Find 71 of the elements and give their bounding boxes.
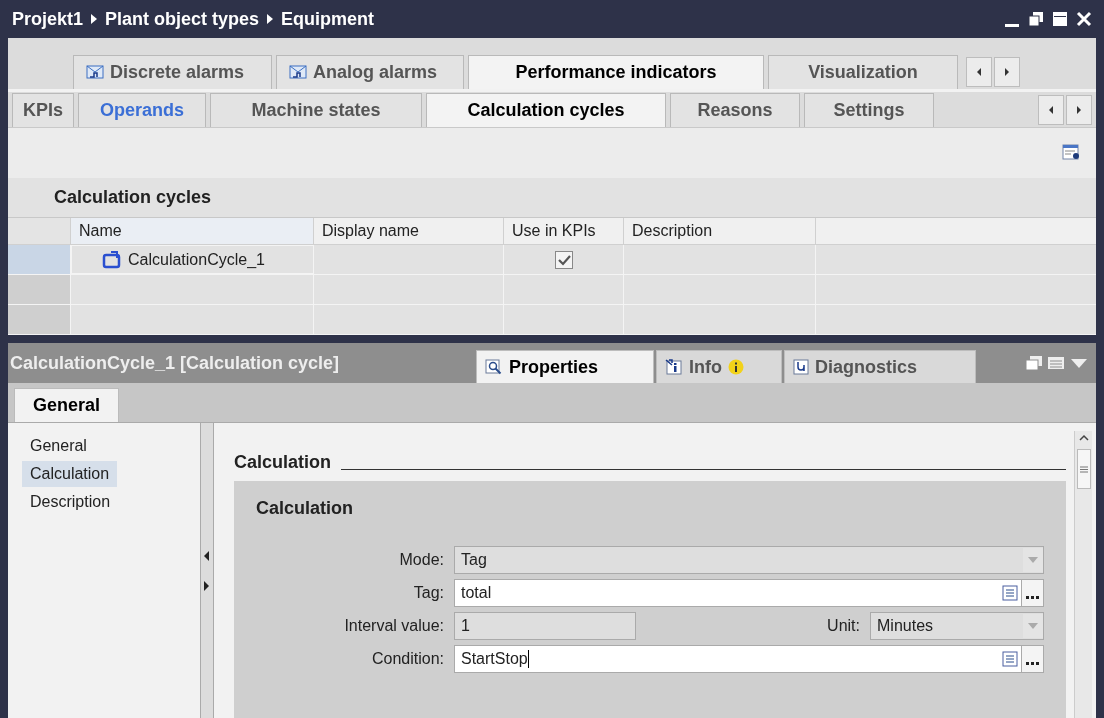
editor-tab[interactable]: Visualization bbox=[768, 55, 958, 89]
checkmark-icon bbox=[556, 253, 571, 266]
section-title: Calculation bbox=[234, 453, 331, 471]
field-label: Interval value: bbox=[343, 615, 445, 636]
inspector-title: CalculationCycle_1 [Calculation cycle] bbox=[9, 351, 341, 375]
scroll-thumb[interactable] bbox=[1076, 449, 1091, 489]
sub-tab[interactable]: Settings bbox=[804, 93, 934, 127]
sub-tab[interactable]: Reasons bbox=[670, 93, 800, 127]
editor-tab[interactable]: Performance indicators bbox=[468, 55, 764, 89]
field-label: Condition: bbox=[370, 648, 445, 669]
restore-button[interactable] bbox=[1026, 9, 1046, 29]
close-icon bbox=[1075, 10, 1093, 28]
section-title: Calculation cycles bbox=[53, 185, 213, 209]
right-arrow-icon bbox=[1074, 104, 1084, 116]
field-label: Mode: bbox=[398, 549, 445, 570]
stethoscope-icon bbox=[793, 359, 809, 375]
name-cell[interactable]: CalculationCycle_1 bbox=[71, 245, 314, 274]
splitter[interactable] bbox=[200, 423, 214, 718]
list-icon bbox=[1002, 650, 1018, 667]
table-settings-icon bbox=[1062, 144, 1080, 162]
list-icon bbox=[1002, 584, 1018, 601]
ellipsis-icon bbox=[1025, 595, 1040, 600]
envelope-icon bbox=[289, 65, 307, 80]
browse-button[interactable] bbox=[1021, 579, 1043, 606]
nav-item[interactable]: Calculation bbox=[22, 461, 118, 487]
magnifier-icon bbox=[485, 359, 503, 375]
inspector-tab[interactable]: Info bbox=[656, 350, 782, 383]
scroll-thumb-grip-icon bbox=[1079, 465, 1088, 473]
input-field[interactable]: total bbox=[454, 578, 1044, 607]
scroll-right-button[interactable] bbox=[994, 57, 1020, 87]
field-label: Tag: bbox=[412, 582, 445, 603]
envelope-icon bbox=[86, 65, 104, 80]
restore-icon bbox=[1027, 10, 1045, 28]
scrollbar[interactable] bbox=[1074, 431, 1092, 718]
sub-tab[interactable]: Operands bbox=[78, 93, 206, 127]
sub-tab[interactable]: Calculation cycles bbox=[426, 93, 666, 127]
scroll-left-button[interactable] bbox=[1038, 95, 1064, 125]
checkbox[interactable] bbox=[554, 250, 573, 269]
page-tab[interactable]: General bbox=[14, 388, 120, 422]
column-header[interactable]: Name bbox=[71, 218, 314, 244]
breadcrumb-item[interactable]: Plant object types bbox=[105, 5, 260, 33]
editor-tab[interactable]: Discrete alarms bbox=[73, 55, 272, 89]
column-header[interactable]: Display name bbox=[314, 218, 504, 244]
minimize-icon bbox=[1005, 23, 1019, 27]
breadcrumb-item[interactable]: Projekt1 bbox=[12, 5, 84, 33]
sub-tab[interactable]: KPIs bbox=[12, 93, 74, 127]
nav-item[interactable]: Description bbox=[22, 489, 119, 515]
inspector-tab[interactable]: Properties bbox=[476, 350, 654, 383]
right-arrow-icon bbox=[1002, 66, 1012, 78]
scroll-left-button[interactable] bbox=[966, 57, 992, 87]
group-title: Calculation bbox=[256, 497, 354, 520]
input-field[interactable]: StartStop bbox=[454, 644, 1044, 673]
list-icon[interactable] bbox=[1048, 356, 1064, 370]
maximize-icon bbox=[1051, 10, 1069, 28]
browse-button[interactable] bbox=[1021, 645, 1043, 672]
dropdown-arrow-icon[interactable] bbox=[1070, 356, 1088, 370]
restore-icon[interactable] bbox=[1026, 356, 1042, 370]
editor-tab[interactable]: Analog alarms bbox=[276, 55, 464, 89]
nav-item[interactable]: General bbox=[22, 433, 95, 459]
breadcrumb-item[interactable]: Equipment bbox=[281, 5, 375, 33]
field-label: Unit: bbox=[827, 615, 861, 636]
inspector-tab[interactable]: Diagnostics bbox=[784, 350, 976, 383]
ellipsis-icon bbox=[1025, 661, 1040, 666]
scroll-right-button[interactable] bbox=[1066, 95, 1092, 125]
close-button[interactable] bbox=[1074, 9, 1094, 29]
maximize-button[interactable] bbox=[1050, 9, 1070, 29]
expand-right-icon bbox=[204, 580, 210, 591]
sub-tab[interactable]: Machine states bbox=[210, 93, 422, 127]
column-header[interactable]: Use in KPIs bbox=[504, 218, 624, 244]
cycle-icon bbox=[102, 250, 122, 269]
collapse-left-icon bbox=[204, 550, 210, 561]
